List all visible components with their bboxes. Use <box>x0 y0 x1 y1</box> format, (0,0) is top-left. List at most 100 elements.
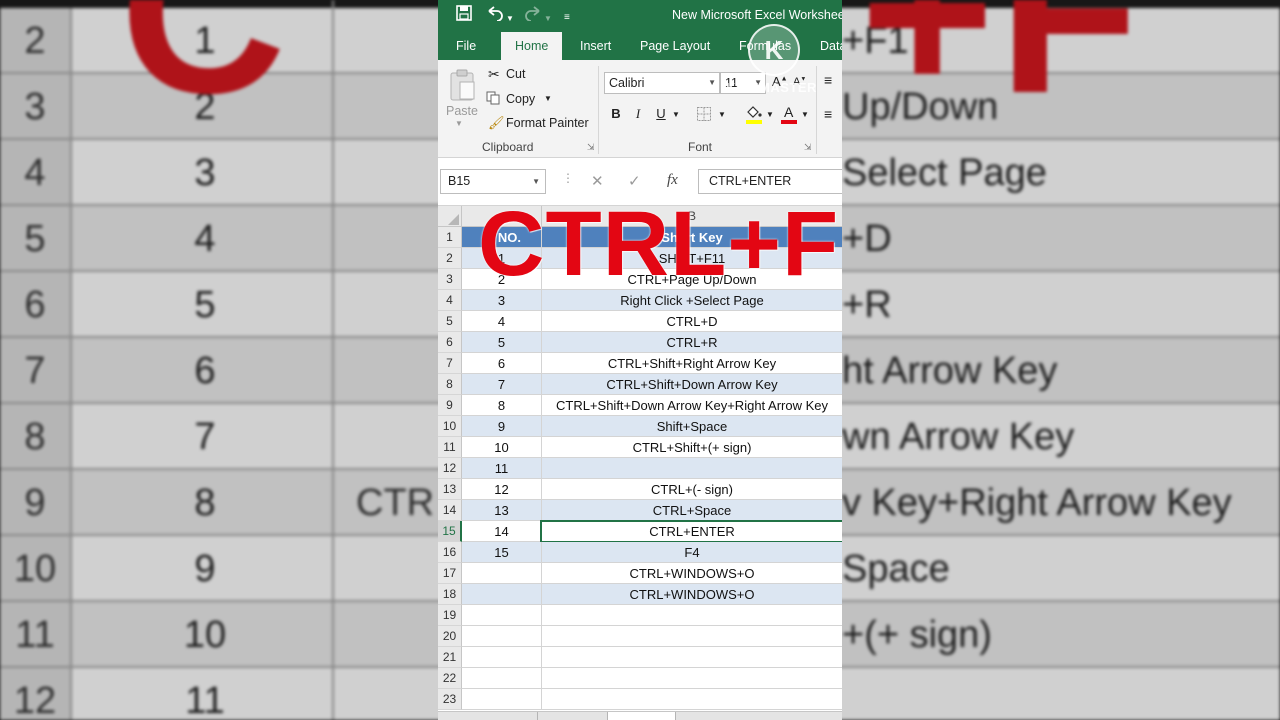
row-header[interactable]: 12 <box>438 458 462 479</box>
align-left-icon[interactable]: ≡ <box>824 106 832 122</box>
font-color-icon[interactable]: A <box>780 104 798 127</box>
cell-sno[interactable] <box>462 584 542 605</box>
cell-short-key[interactable] <box>542 689 842 710</box>
font-name-combo[interactable]: Calibri ▼ <box>604 72 720 94</box>
row-header[interactable]: 11 <box>438 437 462 458</box>
formula-input[interactable]: CTRL+ENTER <box>698 169 842 194</box>
cell-sno[interactable]: 15 <box>462 542 542 563</box>
cell-sno[interactable]: 5 <box>462 332 542 353</box>
row-header[interactable]: 5 <box>438 311 462 332</box>
tab-page-layout[interactable]: Page Layout <box>640 32 710 60</box>
row-header[interactable]: 6 <box>438 332 462 353</box>
cell-sno[interactable]: 10 <box>462 437 542 458</box>
cut-button[interactable]: Cut <box>506 67 525 81</box>
kinemaster-logo-icon: K <box>748 24 800 76</box>
fill-color-dropdown-icon[interactable]: ▼ <box>766 110 774 119</box>
cell-short-key[interactable]: CTRL+Shift+Down Arrow Key <box>542 374 842 395</box>
cell-sno[interactable] <box>462 626 542 647</box>
row-header[interactable]: 22 <box>438 668 462 689</box>
cell-sno[interactable]: 4 <box>462 311 542 332</box>
paste-icon[interactable] <box>448 68 478 105</box>
copy-dropdown-icon[interactable]: ▼ <box>544 94 552 103</box>
cell-short-key[interactable]: CTRL+Shift+Down Arrow Key+Right Arrow Ke… <box>542 395 842 416</box>
cell-short-key[interactable]: CTRL+WINDOWS+O <box>542 584 842 605</box>
cell-sno[interactable]: 13 <box>462 500 542 521</box>
cell-short-key[interactable]: CTRL+Shift+Right Arrow Key <box>542 353 842 374</box>
tab-home[interactable]: Home <box>501 32 563 60</box>
name-box[interactable]: B15 ▼ <box>440 169 546 194</box>
cell-sno[interactable]: 6 <box>462 353 542 374</box>
cell-short-key[interactable] <box>542 458 842 479</box>
underline-dropdown-icon[interactable]: ▼ <box>672 110 680 119</box>
row-header[interactable]: 1 <box>438 227 462 248</box>
cell-sno[interactable] <box>462 689 542 710</box>
sheet-tab-active[interactable] <box>608 712 676 720</box>
enter-icon[interactable]: ✓ <box>628 172 641 190</box>
cell-short-key[interactable]: CTRL+ENTER <box>542 521 842 542</box>
paste-button[interactable]: Paste <box>446 104 478 118</box>
clipboard-launcher-icon[interactable]: ⇲ <box>587 142 595 153</box>
cell-short-key[interactable] <box>542 605 842 626</box>
cell-sno[interactable] <box>462 647 542 668</box>
cell-short-key[interactable]: CTRL+Shift+(+ sign) <box>542 437 842 458</box>
sheet-tab[interactable] <box>538 712 608 720</box>
undo-dropdown-icon[interactable]: ▼ <box>506 9 514 29</box>
cell-sno[interactable] <box>462 563 542 584</box>
cell-short-key[interactable]: CTRL+WINDOWS+O <box>542 563 842 584</box>
fill-color-icon[interactable] <box>745 104 763 127</box>
row-header[interactable]: 20 <box>438 626 462 647</box>
row-header[interactable]: 2 <box>438 248 462 269</box>
format-painter-button[interactable]: Format Painter <box>506 116 589 130</box>
cell-short-key[interactable]: Shift+Space <box>542 416 842 437</box>
cell-sno[interactable]: 8 <box>462 395 542 416</box>
bold-button[interactable]: B <box>608 106 624 121</box>
cell-sno[interactable]: 7 <box>462 374 542 395</box>
font-color-dropdown-icon[interactable]: ▼ <box>801 110 809 119</box>
row-header[interactable]: 7 <box>438 353 462 374</box>
row-header[interactable]: 14 <box>438 500 462 521</box>
paste-dropdown-icon[interactable]: ▼ <box>455 119 463 128</box>
row-header[interactable]: 17 <box>438 563 462 584</box>
cell-short-key[interactable] <box>542 626 842 647</box>
cell-short-key[interactable] <box>542 668 842 689</box>
cell-sno[interactable] <box>462 668 542 689</box>
italic-button[interactable]: I <box>630 106 646 122</box>
tab-insert[interactable]: Insert <box>580 32 611 60</box>
select-all-button[interactable] <box>438 206 462 227</box>
row-header[interactable]: 13 <box>438 479 462 500</box>
cell-sno[interactable]: 11 <box>462 458 542 479</box>
cell-short-key[interactable]: F4 <box>542 542 842 563</box>
row-header[interactable]: 4 <box>438 290 462 311</box>
row-header[interactable]: 10 <box>438 416 462 437</box>
cell-short-key[interactable]: CTRL+Space <box>542 500 842 521</box>
cell-short-key[interactable] <box>542 647 842 668</box>
row-header[interactable]: 23 <box>438 689 462 710</box>
cell-sno[interactable]: 12 <box>462 479 542 500</box>
cell-short-key[interactable]: CTRL+R <box>542 332 842 353</box>
row-header[interactable]: 21 <box>438 647 462 668</box>
underline-button[interactable]: U <box>653 106 669 121</box>
copy-button[interactable]: Copy <box>506 92 535 106</box>
borders-dropdown-icon[interactable]: ▼ <box>718 110 726 119</box>
row-header[interactable]: 15 <box>438 521 462 542</box>
save-icon[interactable] <box>456 5 472 26</box>
sheet-nav[interactable] <box>438 712 538 720</box>
cell-short-key[interactable]: CTRL+(- sign) <box>542 479 842 500</box>
cell-sno[interactable]: 14 <box>462 521 542 542</box>
row-header[interactable]: 9 <box>438 395 462 416</box>
undo-icon[interactable] <box>486 5 504 26</box>
cell-short-key[interactable]: CTRL+D <box>542 311 842 332</box>
row-header[interactable]: 8 <box>438 374 462 395</box>
insert-function-icon[interactable]: fx <box>667 172 678 189</box>
row-header[interactable]: 16 <box>438 542 462 563</box>
font-launcher-icon[interactable]: ⇲ <box>804 142 812 153</box>
cell-sno[interactable] <box>462 605 542 626</box>
row-header[interactable]: 3 <box>438 269 462 290</box>
cell-sno[interactable]: 9 <box>462 416 542 437</box>
customize-qat-icon[interactable]: ≡ <box>564 8 570 28</box>
cancel-icon[interactable]: ✕ <box>591 172 604 190</box>
borders-icon[interactable] <box>696 106 712 125</box>
row-header[interactable]: 18 <box>438 584 462 605</box>
tab-file[interactable]: File <box>456 32 476 60</box>
row-header[interactable]: 19 <box>438 605 462 626</box>
